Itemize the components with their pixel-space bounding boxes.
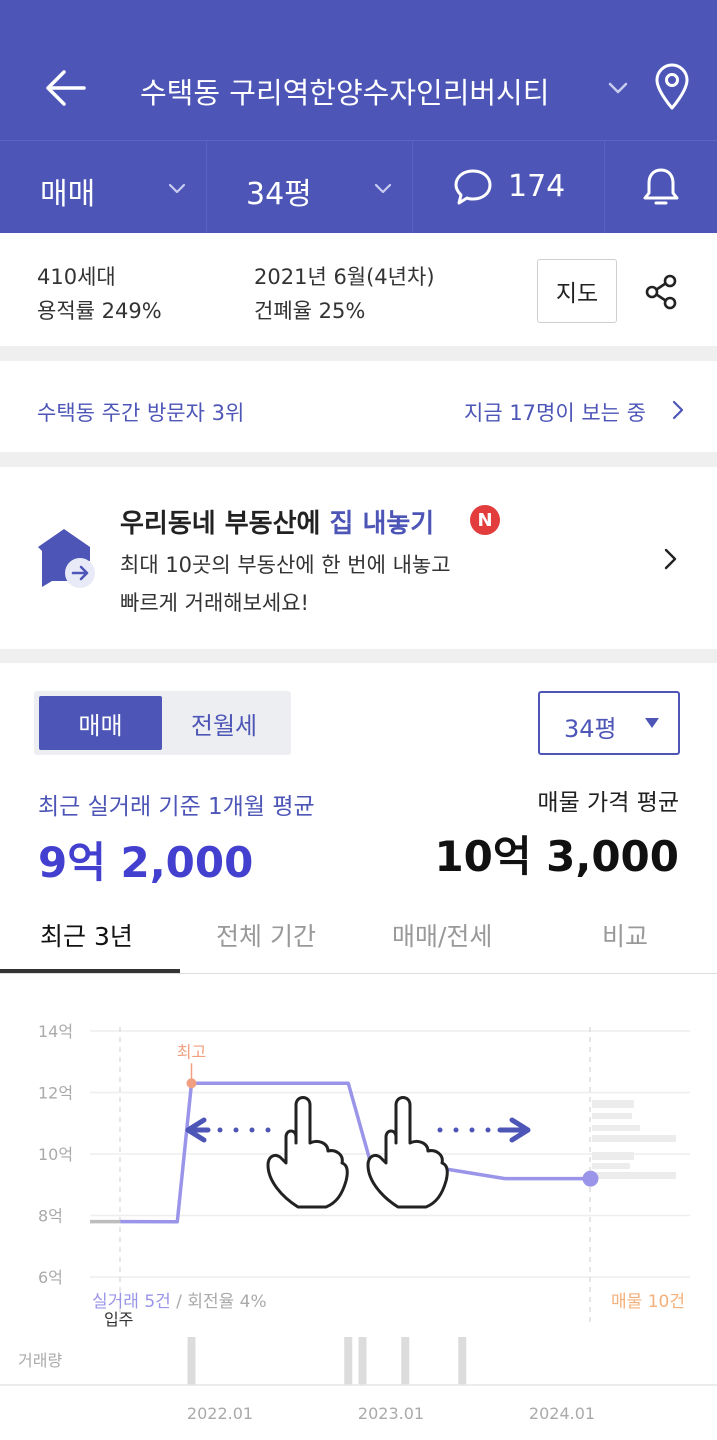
section-divider [0, 346, 717, 361]
x-tick-label: 2024.01 [529, 1404, 595, 1423]
y-tick-label: 14억 [38, 1022, 73, 1041]
banner-title: 우리동네 부동산에 집 내놓기 [120, 503, 434, 540]
trade-count: 실거래 5건 [92, 1292, 171, 1312]
peak-point [186, 1078, 197, 1089]
move-in-label: 입주 [104, 1310, 133, 1329]
size-dropdown-value: 34평 [564, 715, 617, 743]
chevron-down-icon[interactable] [372, 177, 394, 199]
chevron-down-icon[interactable] [604, 74, 632, 102]
tab-recent-3y[interactable]: 최근 3년 [40, 917, 133, 953]
volume-bar [358, 1337, 367, 1385]
turnover-rate: / 회전율 4% [171, 1292, 267, 1312]
volume-bar [344, 1337, 353, 1385]
filter-bar: 매매 34평 174 [0, 140, 717, 234]
house-upload-icon [38, 529, 95, 588]
tab-compare[interactable]: 비교 [602, 917, 648, 953]
trade-type-select[interactable]: 매매 [40, 169, 95, 213]
visitor-stats[interactable]: 수택동 주간 방문자 3위 지금 17명이 보는 중 [0, 361, 717, 452]
banner-desc-line1: 최대 10곳의 부동산에 한 번에 내놓고 [120, 553, 451, 577]
visitor-rank: 수택동 주간 방문자 3위 [37, 401, 245, 425]
recent-avg-value: 9억 2,000 [38, 838, 254, 887]
active-tab-underline [0, 969, 180, 973]
trade-type-toggle: 매매 전월세 [34, 691, 291, 755]
page-title[interactable]: 수택동 구리역한양수자인리버시티 [140, 70, 549, 112]
asking-avg-value: 10억 3,000 [434, 832, 679, 881]
floor-area-ratio: 용적률 249% [37, 299, 162, 323]
trade-stats: 실거래 5건 / 회전율 4% [92, 1292, 267, 1312]
back-arrow-icon[interactable] [40, 60, 92, 116]
section-divider [0, 452, 717, 467]
banner-title-prefix: 우리동네 부동산에 [120, 509, 330, 539]
recent-avg-label: 최근 실거래 기준 1개월 평균 [38, 794, 315, 820]
volume-label: 거래량 [18, 1351, 62, 1370]
volume-bar [187, 1337, 196, 1385]
complex-info: 410세대 용적률 249% 2021년 6월(4년차) 건폐율 25% 지도 [0, 233, 717, 346]
left-arrow-icon [185, 1117, 211, 1143]
list-home-banner[interactable]: 우리동네 부동산에 집 내놓기 N 최대 10곳의 부동산에 한 번에 내놓고 … [0, 467, 717, 649]
comment-count[interactable]: 174 [508, 169, 565, 204]
peak-label: 최고 [177, 1042, 206, 1061]
banner-desc-line2: 빠르게 거래해보세요! [120, 591, 309, 615]
tab-sale-jeonse[interactable]: 매매/전세 [392, 917, 492, 953]
toggle-rent[interactable]: 전월세 [162, 696, 286, 750]
listing-count: 매물 10건 [611, 1292, 685, 1312]
y-tick-label: 12억 [38, 1084, 73, 1103]
chat-bubble-icon[interactable] [452, 167, 494, 207]
pointing-hand-icon [266, 1096, 349, 1209]
y-tick-label: 8억 [38, 1207, 63, 1226]
bell-icon[interactable] [640, 165, 682, 209]
map-button[interactable]: 지도 [537, 259, 617, 323]
asking-avg-label: 매물 가격 평균 [537, 790, 679, 816]
caret-down-icon [645, 718, 659, 728]
watching-now[interactable]: 지금 17명이 보는 중 [464, 397, 646, 427]
divider [412, 141, 413, 234]
volume-bar [401, 1337, 410, 1385]
price-chart-svg[interactable]: 14억 12억 10억 8억 6억 최고 입주 실거래 5건 / 회전율 4% 매물 1… [0, 975, 717, 1440]
toggle-sale[interactable]: 매매 [39, 696, 162, 750]
location-pin-icon[interactable] [652, 62, 692, 112]
price-chart[interactable]: 14억 12억 10억 8억 6억 최고 입주 실거래 5건 / 회전율 4% [0, 975, 717, 1440]
chevron-down-icon[interactable] [166, 177, 188, 199]
x-tick-label: 2023.01 [358, 1404, 424, 1423]
listing-distribution [592, 1100, 676, 1179]
chevron-right-icon[interactable] [662, 547, 680, 571]
volume-bar [458, 1337, 467, 1385]
size-select[interactable]: 34평 [246, 169, 312, 213]
price-series-line [120, 1081, 591, 1224]
section-divider [0, 649, 717, 663]
y-tick-label: 6억 [38, 1268, 63, 1287]
divider [604, 141, 605, 234]
share-icon[interactable] [643, 273, 679, 311]
tab-all-period[interactable]: 전체 기간 [216, 917, 316, 953]
app-header: 수택동 구리역한양수자인리버시티 [0, 0, 717, 140]
built-date: 2021년 6월(4년차) [254, 265, 435, 289]
chevron-right-icon[interactable] [670, 399, 686, 421]
new-badge: N [470, 505, 500, 535]
right-arrow-icon [497, 1117, 531, 1143]
households: 410세대 [37, 265, 116, 289]
x-tick-label: 2022.01 [187, 1404, 253, 1423]
period-tabs: 최근 3년 전체 기간 매매/전세 비교 [0, 895, 717, 974]
y-tick-label: 10억 [38, 1145, 73, 1164]
building-coverage-ratio: 건폐율 25% [254, 299, 366, 323]
latest-point [582, 1170, 599, 1187]
pointing-hand-icon [366, 1096, 449, 1209]
divider [206, 141, 207, 234]
banner-title-highlight: 집 내놓기 [329, 509, 435, 539]
size-dropdown[interactable]: 34평 [538, 691, 680, 755]
